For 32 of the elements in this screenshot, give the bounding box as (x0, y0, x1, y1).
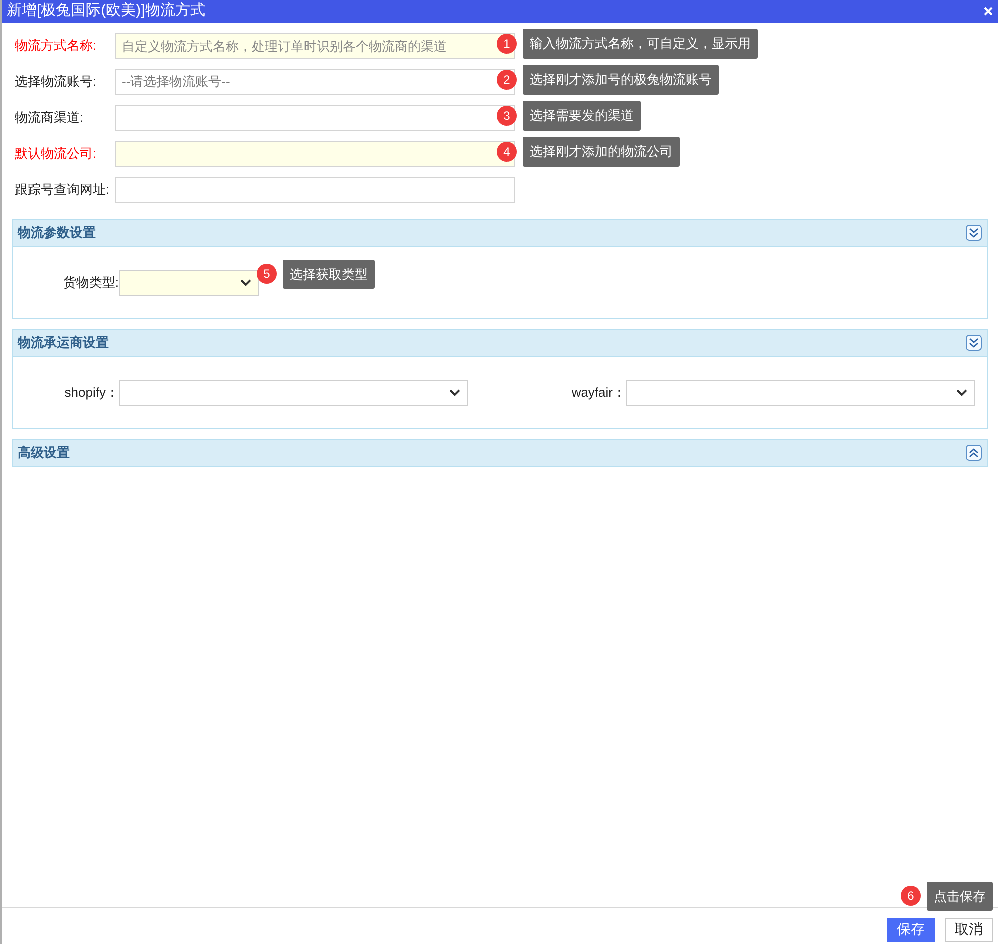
panel-title: 物流承运商设置 (18, 334, 109, 352)
save-button[interactable]: 保存 (887, 918, 935, 942)
field-label: 货物类型: (62, 274, 119, 292)
panel-title: 物流参数设置 (18, 224, 96, 242)
field-label: 物流方式名称: (15, 37, 98, 56)
hint-tooltip: 点击保存 (927, 882, 993, 911)
step-number-badge: 5 (257, 264, 277, 284)
hint-tooltip: 选择刚才添加号的极兔物流账号 (523, 65, 719, 94)
field-label: 跟踪号查询网址: (15, 181, 111, 200)
chevron-down-icon (449, 388, 461, 396)
chevron-down-icon (240, 278, 252, 286)
field-label: 物流商渠道: (15, 109, 85, 128)
hint-tooltip: 选择刚才添加的物流公司 (523, 137, 680, 166)
text-field[interactable] (115, 177, 515, 203)
collapse-toggle-icon[interactable] (966, 335, 982, 351)
expand-toggle-icon[interactable] (966, 445, 982, 461)
hint-tooltip: 输入物流方式名称，可自定义，显示用 (523, 29, 758, 58)
panel-title: 高级设置 (18, 444, 70, 462)
text-field[interactable] (115, 105, 515, 131)
text-field[interactable] (115, 141, 515, 167)
collapse-toggle-icon[interactable] (966, 225, 982, 241)
close-icon[interactable] (984, 7, 993, 16)
hint-tooltip: 选择获取类型 (283, 260, 375, 289)
field-label: 默认物流公司: (15, 145, 98, 164)
chevron-down-icon (956, 388, 968, 396)
hint-tooltip: 选择需要发的渠道 (523, 101, 641, 130)
field-label: shopify： (64, 384, 119, 402)
window-title: 新增[极兔国际(欧美)]物流方式 (7, 1, 206, 22)
field-label: 选择物流账号: (15, 73, 98, 92)
step-number-badge: 6 (901, 886, 921, 906)
field-label: wayfair： (570, 384, 626, 402)
cancel-button[interactable]: 取消 (945, 918, 993, 942)
